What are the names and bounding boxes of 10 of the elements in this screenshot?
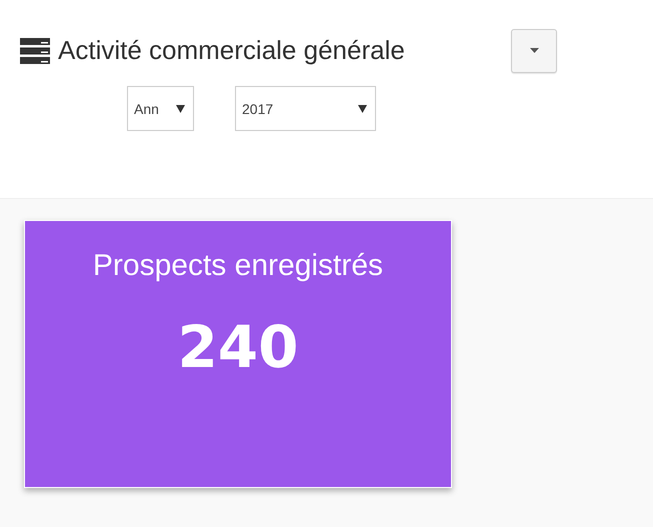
dropdown-arrow-icon — [176, 104, 185, 112]
dropdown-arrow-icon — [358, 104, 367, 112]
card-value: 240 — [177, 313, 299, 381]
select-field[interactable]: Ann — [127, 86, 194, 131]
card-label: Prospects enregistrés — [92, 249, 384, 283]
select-field[interactable]: 2017 — [235, 86, 376, 131]
caret-icon — [530, 48, 538, 53]
page-title: Activité commerciale générale — [58, 35, 406, 66]
server-icon — [20, 38, 50, 64]
dropdown-button[interactable] — [511, 28, 557, 72]
